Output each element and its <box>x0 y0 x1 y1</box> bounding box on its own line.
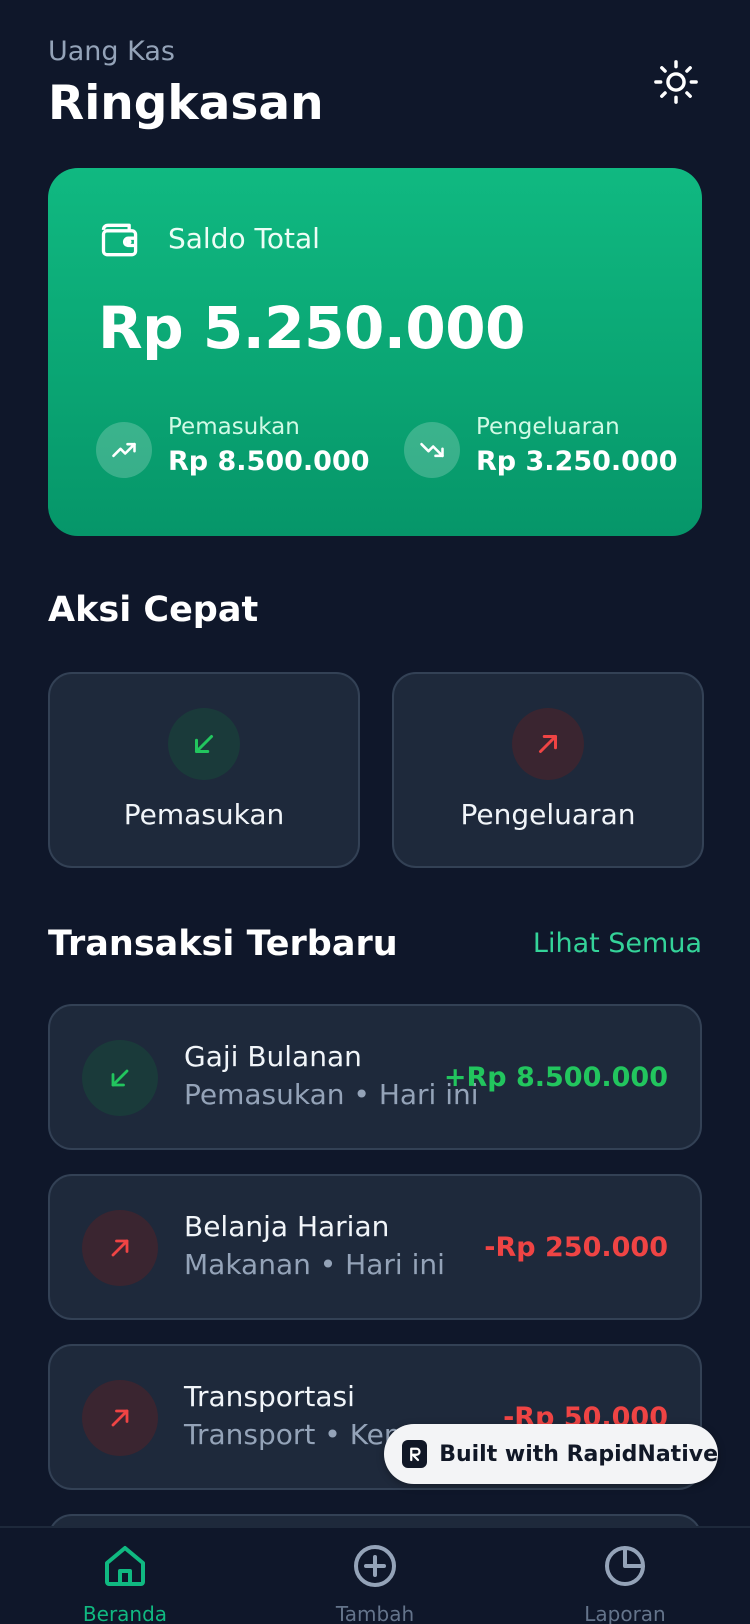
app-screen: Uang Kas Ringkasan Saldo Total Rp 5.250.… <box>0 0 750 1624</box>
app-subtitle: Uang Kas <box>48 36 175 67</box>
add-income-button[interactable]: Pemasukan <box>48 672 360 868</box>
home-icon <box>105 1546 145 1586</box>
nav-tab-home[interactable]: Beranda <box>45 1528 205 1624</box>
transaction-item[interactable]: Gaji Bulanan Pemasukan • Hari ini +Rp 8.… <box>48 1004 702 1150</box>
arrow-down-left-icon <box>82 1040 158 1116</box>
income-label: Pemasukan <box>168 414 300 440</box>
transaction-item[interactable]: Belanja Harian Makanan • Hari ini -Rp 25… <box>48 1174 702 1320</box>
transaction-meta: Transport • Kem <box>184 1418 412 1451</box>
arrow-up-right-icon <box>82 1210 158 1286</box>
arrow-down-left-icon <box>168 708 240 780</box>
transaction-meta: Makanan • Hari ini <box>184 1248 445 1281</box>
arrow-up-right-icon <box>82 1380 158 1456</box>
add-income-label: Pemasukan <box>123 798 285 831</box>
add-expense-label: Pengeluaran <box>460 798 636 831</box>
recent-transactions-title: Transaksi Terbaru <box>48 924 398 964</box>
nav-tab-add[interactable]: Tambah <box>295 1528 455 1624</box>
built-with-badge[interactable]: Built with RapidNative <box>384 1424 718 1484</box>
transaction-name: Transportasi <box>184 1380 355 1413</box>
expense-value: Rp 3.250.000 <box>476 446 678 477</box>
balance-card: Saldo Total Rp 5.250.000 Pemasukan Rp 8.… <box>48 168 702 536</box>
trending-up-icon <box>96 422 152 478</box>
transaction-meta: Pemasukan • Hari ini <box>184 1078 479 1111</box>
transaction-amount: +Rp 8.500.000 <box>443 1062 668 1093</box>
page-title: Ringkasan <box>48 76 324 131</box>
header: Uang Kas Ringkasan <box>48 34 702 134</box>
add-expense-button[interactable]: Pengeluaran <box>392 672 704 868</box>
wallet-icon <box>98 218 142 266</box>
rapidnative-logo-icon <box>402 1440 428 1468</box>
pie-chart-icon <box>605 1546 645 1586</box>
arrow-up-right-icon <box>512 708 584 780</box>
badge-text: Built with RapidNative <box>439 1441 718 1467</box>
transaction-name: Gaji Bulanan <box>184 1040 362 1073</box>
nav-label-home: Beranda <box>82 1602 168 1624</box>
theme-toggle-button[interactable] <box>650 56 702 108</box>
transaction-amount: -Rp 250.000 <box>484 1232 668 1263</box>
nav-label-report: Laporan <box>584 1602 666 1624</box>
quick-actions-title: Aksi Cepat <box>48 590 259 630</box>
plus-circle-icon <box>354 1545 396 1587</box>
balance-label: Saldo Total <box>168 222 320 255</box>
bottom-nav: Beranda Tambah Laporan <box>0 1526 750 1624</box>
sun-icon <box>654 60 698 104</box>
income-value: Rp 8.500.000 <box>168 446 370 477</box>
nav-tab-report[interactable]: Laporan <box>545 1528 705 1624</box>
nav-label-add: Tambah <box>335 1602 415 1624</box>
expense-label: Pengeluaran <box>476 414 620 440</box>
see-all-link[interactable]: Lihat Semua <box>533 928 702 959</box>
transaction-name: Belanja Harian <box>184 1210 390 1243</box>
trending-down-icon <box>404 422 460 478</box>
balance-value: Rp 5.250.000 <box>98 294 525 362</box>
